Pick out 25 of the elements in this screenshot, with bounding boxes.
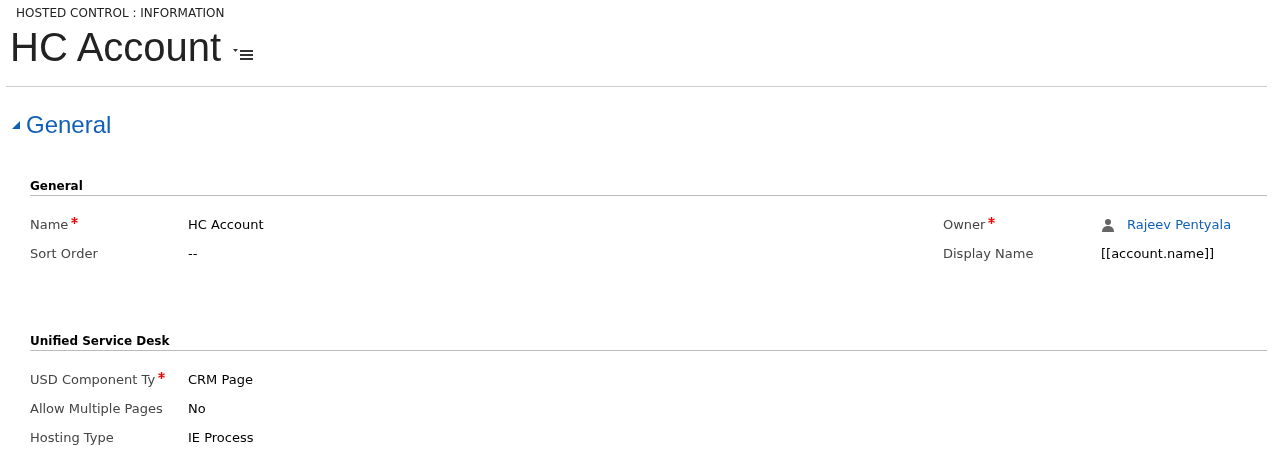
person-icon (1101, 217, 1115, 232)
required-icon (71, 217, 79, 224)
field-label: Hosting Type (30, 430, 114, 445)
owner-link[interactable]: Rajeev Pentyala (1127, 217, 1232, 232)
record-title: HC Account (10, 24, 222, 70)
breadcrumb: HOSTED CONTROL : INFORMATION (15, 6, 226, 20)
field-value: -- (188, 246, 199, 261)
field-value: IE Process (188, 430, 255, 445)
field-label: Allow Multiple Pages (30, 401, 163, 416)
field-value: HC Account (188, 217, 265, 232)
section-heading: Unified Service Desk (30, 334, 1267, 351)
field-value: [[account.name]] (1101, 246, 1216, 261)
menu-icon[interactable] (233, 48, 254, 60)
field-label: USD Component Ty (30, 372, 156, 387)
collapse-icon[interactable] (12, 121, 20, 129)
field-value: CRM Page (188, 372, 254, 387)
section-heading: General (30, 179, 1267, 196)
required-icon (158, 372, 166, 379)
field-label: Owner (943, 217, 986, 232)
required-icon (988, 217, 996, 224)
field-label: Name (30, 217, 69, 232)
section-tab[interactable]: General (26, 111, 112, 139)
field-value: No (188, 401, 207, 416)
field-label: Display Name (943, 246, 1034, 261)
field-label: Sort Order (30, 246, 98, 261)
